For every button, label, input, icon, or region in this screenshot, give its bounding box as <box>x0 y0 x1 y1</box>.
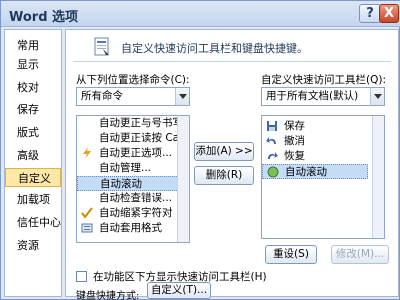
show-below-ribbon-checkbox[interactable] <box>76 271 87 282</box>
page-heading: 自定义快速访问工具栏和键盘快捷键。 <box>121 42 308 55</box>
sidebar-item-layout[interactable]: 版式 <box>5 123 61 142</box>
reset-button[interactable]: 重设(S) <box>265 245 317 264</box>
list-item[interactable]: 自动检查错误... <box>77 191 183 206</box>
list-item[interactable]: 恢复 <box>262 149 368 164</box>
sidebar-item-display[interactable]: 显示 <box>5 55 61 74</box>
choose-commands-dropdown[interactable]: 所有命令 <box>76 87 190 106</box>
word-options-dialog: Word 选项 ? X 常用 显示 校对 保存 版式 高级 自定义 加载项 信任… <box>0 0 400 300</box>
redo-icon <box>268 152 278 159</box>
lightning-icon <box>83 147 91 159</box>
sidebar-item-customize[interactable]: 自定义 <box>5 168 61 187</box>
list-item[interactable]: 自动更正与号书写 <box>77 116 183 131</box>
customize-toolbar-label: 自定义快速访问工具栏(Q): <box>261 74 386 86</box>
commands-list[interactable]: 自动更正与号书写 自动更正读按 Ca 自动更正选项... 自动管理... 自动滚… <box>76 115 190 243</box>
chevron-down-icon <box>370 88 384 105</box>
sidebar-item-popular[interactable]: 常用 <box>5 36 61 55</box>
sidebar-item-save[interactable]: 保存 <box>5 100 61 119</box>
add-button[interactable]: 添加(A) >> <box>194 142 254 161</box>
heading-divider <box>73 61 391 62</box>
customize-toolbar-value: 用于所有文档(默认) <box>266 90 359 102</box>
sidebar-item-add-ins[interactable]: 加载项 <box>5 190 61 209</box>
undo-icon <box>266 137 276 144</box>
close-button[interactable]: X <box>379 4 399 23</box>
sidebar-item-proofing[interactable]: 校对 <box>5 78 61 97</box>
list-item[interactable]: 自动更正选项... <box>77 146 183 161</box>
list-item[interactable]: 自动更正读按 Ca <box>77 131 183 146</box>
list-item[interactable]: 自动缩紧字符对 <box>77 206 183 221</box>
list-item[interactable]: 撤消 <box>262 134 368 149</box>
scroll-icon <box>267 166 279 178</box>
options-sidebar: 常用 显示 校对 保存 版式 高级 自定义 加载项 信任中心 资源 <box>4 29 62 297</box>
list-item[interactable]: 自动管理... <box>77 161 183 176</box>
sidebar-item-advanced[interactable]: 高级 <box>5 146 61 165</box>
toolbar-items-scrollbar[interactable] <box>372 116 384 238</box>
help-button[interactable]: ? <box>359 4 381 23</box>
list-item[interactable]: 自动套用格式 <box>77 221 183 236</box>
format-icon <box>81 223 93 233</box>
title-bar: Word 选项 ? X <box>1 1 400 27</box>
list-item[interactable]: 保存 <box>262 119 368 134</box>
keyboard-shortcuts-label: 键盘快捷方式: <box>76 291 140 300</box>
window-title: Word 选项 <box>9 10 79 25</box>
check-icon <box>81 207 93 219</box>
remove-button[interactable]: 删除(R) <box>194 166 254 185</box>
customize-shortcuts-button[interactable]: 自定义(T)... <box>147 282 211 299</box>
modify-button[interactable]: 修改(M)... <box>331 245 389 264</box>
sidebar-item-resources[interactable]: 资源 <box>5 236 61 255</box>
choose-commands-label: 从下列位置选择命令(C): <box>76 74 190 86</box>
choose-commands-value: 所有命令 <box>81 90 123 102</box>
save-icon <box>267 121 277 131</box>
customize-toolbar-dropdown[interactable]: 用于所有文档(默认) <box>261 87 385 106</box>
chevron-down-icon <box>175 88 189 105</box>
toolbar-items-list[interactable]: 保存 撤消 恢复 自动滚动 <box>261 115 385 239</box>
commands-scrollbar[interactable] <box>177 116 189 242</box>
customize-toolbar-icon <box>94 37 109 56</box>
sidebar-item-trust-center[interactable]: 信任中心 <box>5 213 61 232</box>
list-item-selected[interactable]: 自动滚动 <box>77 176 183 191</box>
list-item-selected[interactable]: 自动滚动 <box>262 164 368 179</box>
